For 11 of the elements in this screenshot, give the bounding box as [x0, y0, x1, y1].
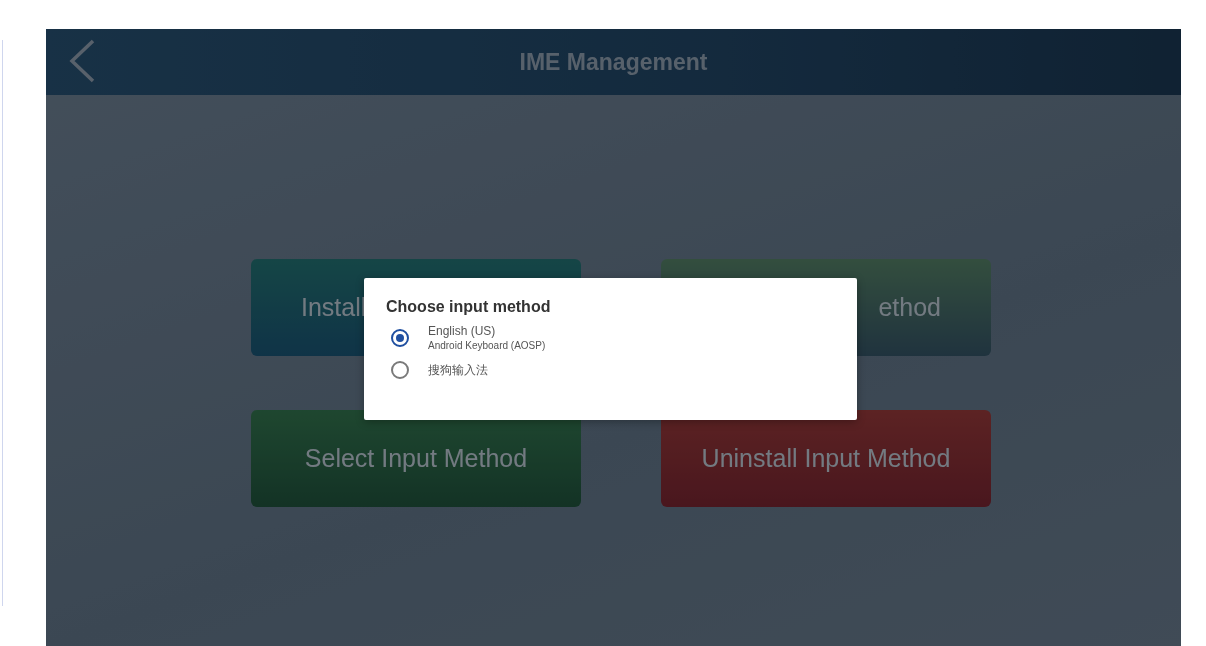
action-button[interactable]: Uninstall Input Method — [661, 410, 991, 507]
dialog-title: Choose input method — [386, 298, 552, 316]
back-button[interactable] — [68, 39, 96, 83]
option-sublabel: Android Keyboard (AOSP) — [428, 340, 546, 351]
back-chevron-icon — [68, 39, 96, 83]
option-label[interactable]: English (US) — [428, 324, 546, 338]
radio-button[interactable] — [391, 328, 409, 347]
option-label[interactable]: 搜狗输入法 — [428, 361, 488, 379]
page-title: IME Management — [519, 48, 708, 76]
action-button[interactable]: Select Input Method — [251, 410, 581, 507]
radio-button[interactable] — [391, 361, 409, 379]
